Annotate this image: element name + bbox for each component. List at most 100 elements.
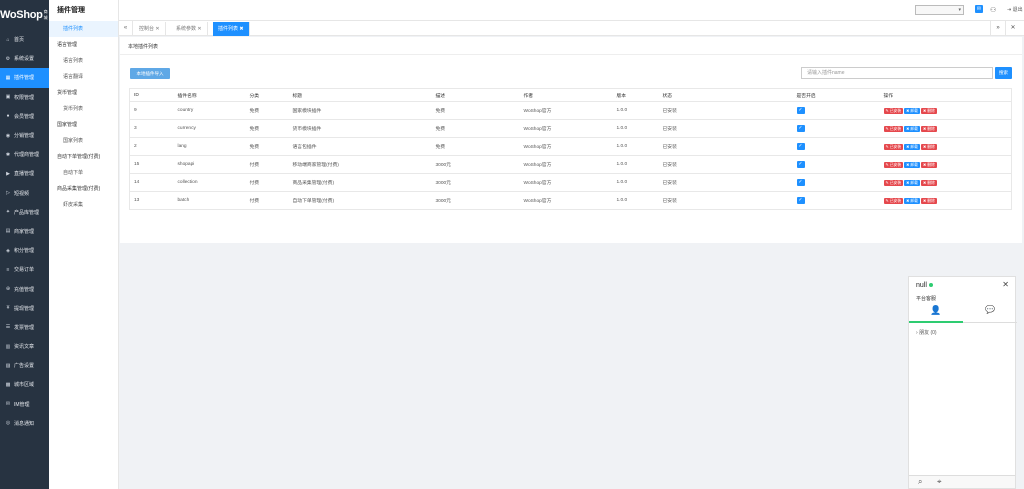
- table-cell: 1.0.0: [612, 173, 659, 192]
- sidebar-item[interactable]: ◈ 积分管理: [0, 241, 49, 260]
- contact-group[interactable]: › 朋友 (0): [916, 329, 937, 336]
- uninstall-button[interactable]: ✖ 卸载: [904, 125, 920, 132]
- enabled-checkbox[interactable]: ✓: [796, 143, 805, 150]
- sidebar-item[interactable]: ▣ 权限管理: [0, 88, 49, 107]
- sidebar-item[interactable]: ⌂ 首页: [0, 30, 49, 49]
- table-cell: WoShop官方: [519, 119, 613, 138]
- tab-system-params[interactable]: 系统参数 ✕: [171, 22, 208, 36]
- tabs-close-all-icon[interactable]: ✕: [1005, 21, 1020, 36]
- table-cell: WoShop官方: [519, 173, 613, 192]
- sidebar-item[interactable]: ☰ 发票管理: [0, 318, 49, 337]
- actions-cell: ✎ 已安装 ✖ 卸载 ✖ 删除: [879, 119, 1012, 138]
- skin-icon[interactable]: ⌖: [937, 477, 942, 487]
- uninstall-button[interactable]: ✖ 卸载: [904, 179, 920, 186]
- sidebar-item[interactable]: ▤ 商家管理: [0, 222, 49, 241]
- installed-button[interactable]: ✎ 已安装: [883, 125, 904, 132]
- search-button[interactable]: 搜索: [995, 67, 1012, 79]
- video-icon: ▷: [6, 190, 10, 197]
- enabled-checkbox[interactable]: ✓: [796, 197, 805, 204]
- shop-icon: ▤: [5, 228, 11, 235]
- sidebar-item[interactable]: ¥ 提现管理: [0, 299, 49, 318]
- chat-tab-messages[interactable]: 💬: [963, 305, 1017, 323]
- col-title: 标题: [288, 88, 432, 102]
- subnav-item[interactable]: 国家列表: [49, 133, 118, 149]
- subnav-group[interactable]: 语言管理: [49, 37, 118, 53]
- uninstall-button[interactable]: ✖ 卸载: [904, 143, 920, 150]
- search-input[interactable]: 请输入插件name: [801, 67, 993, 79]
- group-name: 朋友: [919, 330, 930, 336]
- installed-button[interactable]: ✎ 已安装: [883, 197, 904, 204]
- language-select[interactable]: [915, 5, 964, 15]
- sidebar-item-label: 商家管理: [14, 228, 35, 235]
- tab-close-icon[interactable]: ✕: [197, 26, 201, 32]
- installed-button[interactable]: ✎ 已安装: [883, 143, 904, 150]
- delete-button[interactable]: ✖ 删除: [920, 179, 937, 186]
- product-icon: ✦: [5, 209, 11, 216]
- sidebar-item-label: IM管理: [14, 401, 30, 408]
- subnav-item[interactable]: 语言列表: [49, 53, 118, 69]
- enabled-checkbox[interactable]: ✓: [796, 107, 805, 114]
- sidebar-item[interactable]: ⚙ 系统设置: [0, 49, 49, 68]
- sidebar-item[interactable]: ✦ 产品库管理: [0, 203, 49, 222]
- notification-icon[interactable]: ✉: [975, 5, 983, 13]
- sidebar-item[interactable]: ▥ 资讯文章: [0, 337, 49, 356]
- search-icon[interactable]: ⌕: [918, 477, 922, 487]
- enabled-checkbox[interactable]: ✓: [796, 179, 805, 186]
- sidebar-item[interactable]: ≡ 交易订单: [0, 260, 49, 279]
- sidebar-item[interactable]: ▶ 直播管理: [0, 164, 49, 183]
- subnav-item[interactable]: 自动下单: [49, 165, 118, 181]
- uninstall-button[interactable]: ✖ 卸载: [904, 161, 920, 168]
- points-icon: ◈: [6, 247, 10, 254]
- delete-button[interactable]: ✖ 删除: [920, 161, 937, 168]
- installed-button[interactable]: ✎ 已安装: [883, 179, 904, 186]
- button-label: 删除: [927, 180, 935, 185]
- sidebar-item[interactable]: ✉ IM管理: [0, 395, 49, 414]
- button-label: 已安装: [889, 144, 902, 149]
- sidebar-item[interactable]: ● 会员管理: [0, 107, 49, 126]
- subnav-group[interactable]: 自动下单管理(付费): [49, 149, 118, 165]
- tab-console[interactable]: 控制台 ✕: [134, 22, 166, 36]
- tabs-scroll-left-icon[interactable]: «: [119, 21, 133, 36]
- chat-close-icon[interactable]: ✕: [1002, 280, 1009, 289]
- tab-plugin-list[interactable]: 插件列表 ✖: [213, 22, 250, 36]
- chat-tab-contacts[interactable]: 👤: [909, 305, 963, 323]
- sidebar-item[interactable]: ▩ 城市区域: [0, 375, 49, 394]
- sidebar-item[interactable]: ⊕ 充值管理: [0, 279, 49, 298]
- sidebar-item[interactable]: ◉ 分销管理: [0, 126, 49, 145]
- subnav-item[interactable]: 语言翻译: [49, 69, 118, 85]
- subnav-group[interactable]: 货币管理: [49, 85, 118, 101]
- subnav-item[interactable]: 插件列表: [49, 21, 118, 37]
- table-row: 9 country 免费 国家模块插件 免费 WoShop官方 1.0.0 已安装 ✓ ✎ 已安装…: [129, 101, 1012, 120]
- delete-button[interactable]: ✖ 删除: [920, 197, 937, 204]
- delete-button[interactable]: ✖ 删除: [920, 125, 937, 132]
- sidebar-item[interactable]: ✱ 代理商管理: [0, 145, 49, 164]
- sidebar-item-label: 广告设置: [14, 363, 35, 370]
- sidebar-item[interactable]: ▦ 插件管理: [0, 68, 49, 88]
- uninstall-button[interactable]: ✖ 卸载: [904, 107, 920, 114]
- uninstall-button[interactable]: ✖ 卸载: [904, 197, 920, 204]
- delete-button[interactable]: ✖ 删除: [920, 107, 937, 114]
- user-icon[interactable]: ⚇: [990, 6, 996, 14]
- button-label: 已安装: [889, 126, 902, 131]
- delete-button[interactable]: ✖ 删除: [920, 143, 937, 150]
- installed-button[interactable]: ✎ 已安装: [883, 161, 904, 168]
- tab-close-icon[interactable]: ✕: [155, 26, 159, 32]
- installed-button[interactable]: ✎ 已安装: [883, 107, 904, 114]
- enabled-checkbox[interactable]: ✓: [796, 125, 805, 132]
- table-header-row: ID 插件名称 分类 标题 描述 作者 版本 状态 是否开启 操作: [129, 88, 1012, 102]
- subnav-item[interactable]: 虾皮采集: [49, 197, 118, 213]
- subnav-group[interactable]: 国家管理: [49, 117, 118, 133]
- sidebar-item[interactable]: ▨ 广告设置: [0, 356, 49, 375]
- sidebar-item[interactable]: ◎ 消息通知: [0, 414, 49, 433]
- logout-button[interactable]: ⇥ 退出: [1007, 6, 1023, 13]
- tabs-scroll-right-icon[interactable]: »: [990, 21, 1005, 36]
- subnav-group[interactable]: 商品采集管理(付费): [49, 181, 118, 197]
- subnav-item[interactable]: 货币列表: [49, 101, 118, 117]
- sidebar-item-label: 充值管理: [14, 286, 35, 293]
- table-row: 14 collection 付费 商品采集管理(付费) 3000元 WoShop官方 1.0…: [129, 173, 1012, 192]
- import-plugin-button[interactable]: 本地插件导入: [130, 68, 170, 79]
- tab-close-icon[interactable]: ✖: [239, 26, 243, 32]
- table-cell: lang: [173, 137, 246, 156]
- sidebar-item[interactable]: ▷ 短视频: [0, 184, 49, 203]
- enabled-checkbox[interactable]: ✓: [796, 161, 805, 168]
